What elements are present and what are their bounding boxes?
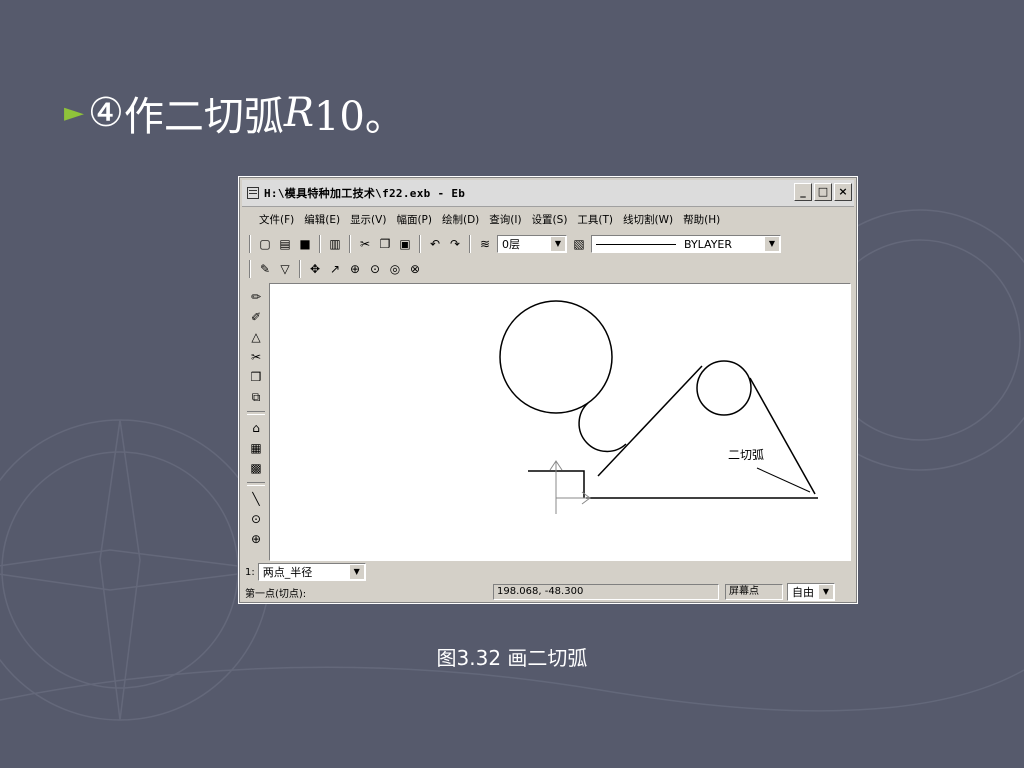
zoom-dynamic-icon[interactable]: ↗: [327, 261, 343, 277]
draw-icon[interactable]: ✏: [247, 289, 265, 306]
redo-icon[interactable]: ↷: [447, 236, 463, 252]
maximize-button[interactable]: □: [814, 183, 832, 201]
menu-query[interactable]: 查询(I): [489, 212, 521, 227]
tangent-line-left: [597, 365, 703, 477]
line-icon[interactable]: ╲: [247, 491, 265, 508]
window-menu-icon[interactable]: [247, 187, 259, 199]
linetype-preview: [596, 243, 676, 245]
menu-wire-cut[interactable]: 线切割(W): [623, 212, 673, 227]
cad-geometry: [499, 300, 818, 514]
toolbar-separator: [419, 235, 421, 253]
menu-tools[interactable]: 工具(T): [577, 212, 613, 227]
layer-select[interactable]: 0层 ▼: [497, 235, 567, 253]
zoom-in-icon[interactable]: ⊕: [347, 261, 363, 277]
arc-mode-value: 两点_半径: [262, 566, 313, 579]
arc-mode-select[interactable]: 两点_半径 ▼: [257, 563, 366, 581]
linetype-icon[interactable]: ▧: [571, 236, 587, 252]
menu-draw[interactable]: 绘制(D): [442, 212, 479, 227]
zoom-all-icon[interactable]: ◎: [387, 261, 403, 277]
toolbar-separator: [469, 235, 471, 253]
circle-add-icon[interactable]: ⊙: [247, 511, 265, 528]
snap-label: 屏幕点: [725, 584, 783, 600]
zoom-prev-icon[interactable]: ⊗: [407, 261, 423, 277]
open-icon[interactable]: ▤: [277, 236, 293, 252]
window-controls: _ □ ×: [794, 183, 852, 201]
new-icon[interactable]: ▢: [257, 236, 273, 252]
tangent-line-right: [749, 377, 816, 495]
chevron-down-icon[interactable]: ▼: [765, 237, 779, 251]
menu-view[interactable]: 显示(V): [350, 212, 386, 227]
coordinate-readout: 198.068, -48.300: [493, 584, 719, 600]
save-icon[interactable]: ■: [297, 236, 313, 252]
figure-caption: 图3.32 画二切弧: [436, 646, 588, 670]
toolbar-separator: [349, 235, 351, 253]
heading-radius-symbol: R: [283, 90, 314, 136]
library-icon[interactable]: ⧉: [247, 389, 265, 406]
menu-edit[interactable]: 编辑(E): [304, 212, 340, 227]
bullet-arrow-icon: ►: [64, 98, 84, 128]
title-bar[interactable]: H:\模具特种加工技术\f22.exb - Eb _ □ ×: [242, 180, 854, 207]
step-number: ④: [88, 90, 124, 136]
paste-icon[interactable]: ▣: [397, 236, 413, 252]
heading-tail: 10。: [313, 94, 405, 140]
status-bar: 第一点(切点): 198.068, -48.300 屏幕点 自由 ▼: [245, 583, 851, 601]
view-icon[interactable]: ▩: [247, 460, 265, 477]
command-index: 1:: [245, 566, 255, 578]
menu-file[interactable]: 文件(F): [259, 212, 294, 227]
view-toolbar: ✎ ▽ ✥ ↗ ⊕ ⊙ ◎ ⊗: [247, 257, 423, 281]
chevron-down-icon[interactable]: ▼: [349, 565, 364, 579]
close-button[interactable]: ×: [834, 183, 852, 201]
filter-icon[interactable]: ▽: [277, 261, 293, 277]
heading-text: 作二切弧: [123, 94, 284, 140]
menu-settings[interactable]: 设置(S): [532, 212, 568, 227]
toolbar-separator: [299, 260, 301, 278]
window-title: H:\模具特种加工技术\f22.exb - Eb: [264, 187, 466, 200]
pan-icon[interactable]: ✥: [307, 261, 323, 277]
layer-icon[interactable]: ≋: [477, 236, 493, 252]
linetype-select-value: BYLAYER: [684, 237, 733, 251]
copy-icon[interactable]: ❐: [377, 236, 393, 252]
linetype-select[interactable]: BYLAYER ▼: [591, 235, 781, 253]
menu-format[interactable]: 幅面(P): [396, 212, 432, 227]
snap-mode-value: 自由: [792, 586, 814, 599]
toolbar-grip: [249, 235, 251, 253]
chevron-down-icon[interactable]: ▼: [819, 585, 833, 599]
menu-bar: 文件(F) 编辑(E) 显示(V) 幅面(P) 绘制(D) 查询(I) 设置(S…: [247, 209, 849, 229]
toolbar-separator: [319, 235, 321, 253]
standard-toolbar: ▢ ▤ ■ ▥ ✂ ❐ ▣ ↶ ↷ ≋ 0层 ▼ ▧ BYLAYER ▼: [247, 232, 849, 256]
tangent-arc-left: [578, 402, 627, 453]
arc-annotation-label: 二切弧: [728, 448, 765, 462]
cad-window: H:\模具特种加工技术\f22.exb - Eb _ □ × 文件(F) 编辑(…: [238, 176, 858, 604]
print-icon[interactable]: ▥: [327, 236, 343, 252]
toolbar-separator: [247, 411, 265, 415]
zoom-window-icon[interactable]: ⊙: [367, 261, 383, 277]
pencil-icon[interactable]: ✎: [257, 261, 273, 277]
trim-icon[interactable]: ✂: [247, 349, 265, 366]
drawing-canvas[interactable]: 二切弧: [269, 283, 851, 561]
block-icon[interactable]: ❒: [247, 369, 265, 386]
drawing-icon[interactable]: ▦: [247, 440, 265, 457]
large-circle: [499, 300, 613, 414]
small-circle: [696, 360, 752, 416]
command-bar: 1: 两点_半径 ▼: [245, 562, 366, 582]
cut-icon[interactable]: ✂: [357, 236, 373, 252]
slide-heading: ► ④ 作二切弧 R 10。: [64, 86, 405, 140]
undo-icon[interactable]: ↶: [427, 236, 443, 252]
layer-select-value: 0层: [502, 238, 520, 251]
dimension-icon[interactable]: △: [247, 329, 265, 346]
part-icon[interactable]: ⌂: [247, 420, 265, 437]
command-prompt: 第一点(切点):: [245, 588, 307, 600]
toolbar-separator: [247, 482, 265, 486]
menu-help[interactable]: 帮助(H): [683, 212, 720, 227]
snap-mode-select[interactable]: 自由 ▼: [787, 583, 835, 601]
drawing-toolbar: ✏ ✐ △ ✂ ❒ ⧉ ⌂ ▦ ▩ ╲ ⊙ ⊕: [245, 287, 267, 561]
edit-icon[interactable]: ✐: [247, 309, 265, 326]
toolbar-grip: [249, 260, 251, 278]
circle-icon[interactable]: ⊕: [247, 531, 265, 548]
chevron-down-icon[interactable]: ▼: [551, 237, 565, 251]
minimize-button[interactable]: _: [794, 183, 812, 201]
